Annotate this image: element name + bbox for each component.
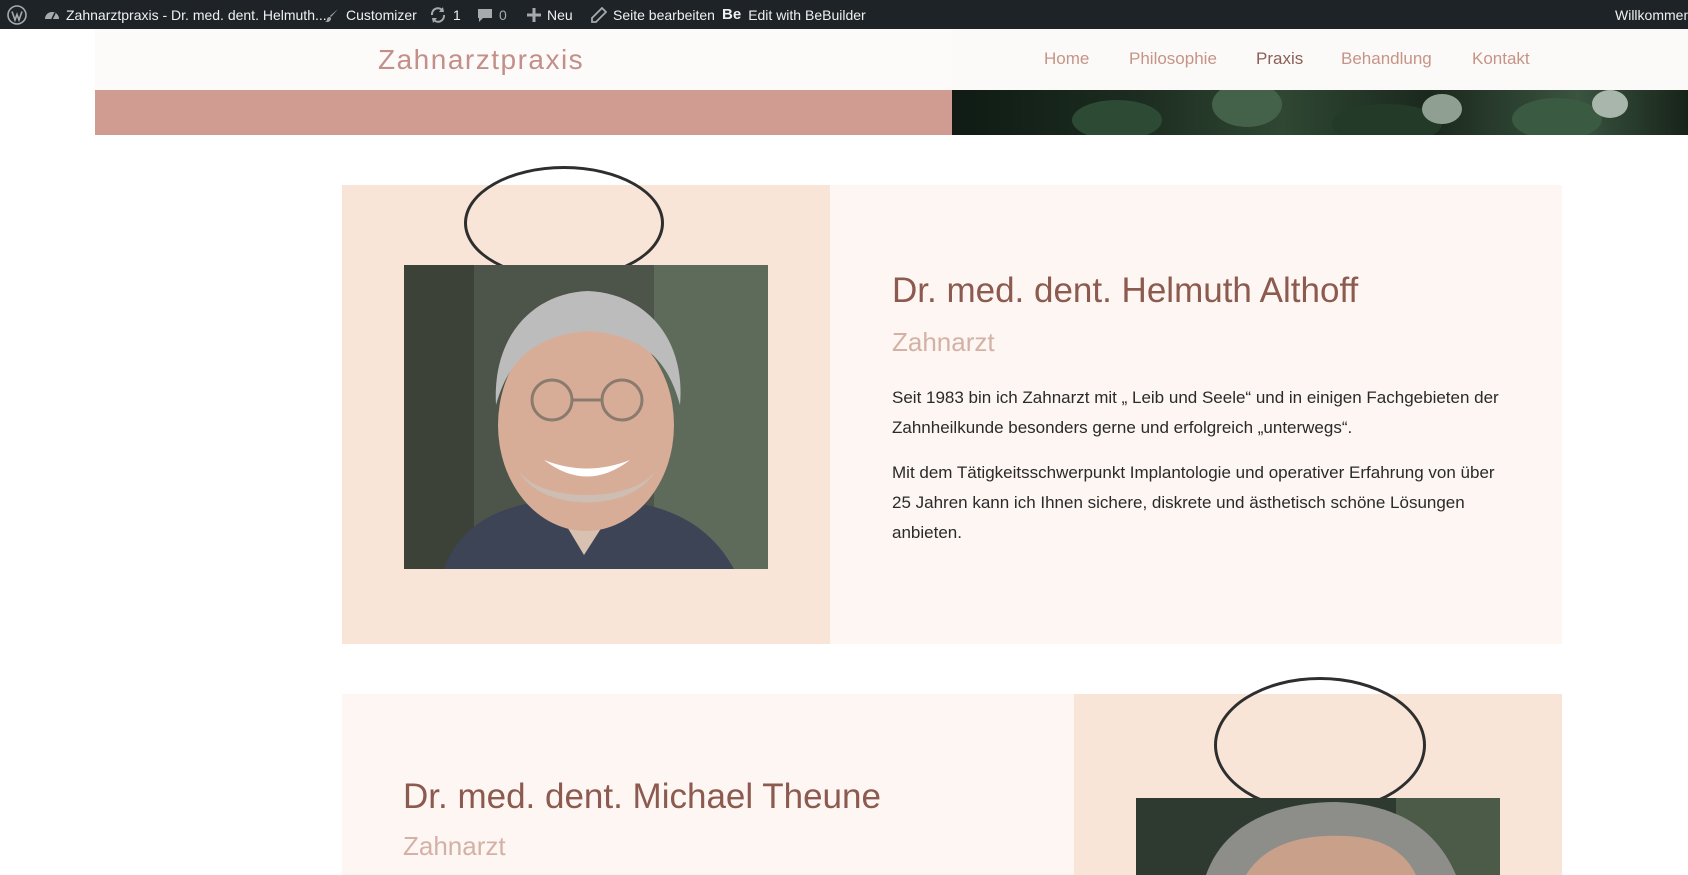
comments-count: 0 bbox=[499, 6, 507, 23]
wordpress-logo-icon bbox=[7, 4, 27, 25]
nav-home[interactable]: Home bbox=[1044, 49, 1089, 69]
nav-behandlung[interactable]: Behandlung bbox=[1341, 49, 1432, 69]
new-content-menu[interactable]: Neu bbox=[527, 0, 573, 29]
account-menu[interactable]: Willkommen bbox=[1615, 0, 1688, 29]
hero-banner-color-block bbox=[95, 90, 952, 135]
updates-link[interactable]: 1 bbox=[429, 0, 461, 29]
wordpress-logo-button[interactable] bbox=[7, 0, 27, 29]
nav-philosophie[interactable]: Philosophie bbox=[1129, 49, 1217, 69]
wp-admin-bar: Zahnarztpraxis - Dr. med. dent. Helmuth.… bbox=[0, 0, 1688, 29]
dentist-2-portrait bbox=[1136, 798, 1500, 875]
comment-bubble-icon bbox=[477, 7, 493, 23]
ring-outline-decoration bbox=[464, 166, 664, 280]
dashboard-gauge-icon bbox=[44, 7, 60, 23]
refresh-icon bbox=[429, 6, 447, 24]
customizer-link[interactable]: Customizer bbox=[324, 0, 417, 29]
dentist-2-name: Dr. med. dent. Michael Theune bbox=[403, 777, 881, 816]
updates-count: 1 bbox=[453, 6, 461, 23]
dentist-1-role: Zahnarzt bbox=[892, 327, 995, 357]
dentist-1-name: Dr. med. dent. Helmuth Althoff bbox=[892, 271, 1359, 310]
edit-page-label: Seite bearbeiten bbox=[613, 6, 715, 23]
dentist-1-portrait bbox=[404, 265, 768, 569]
pencil-icon bbox=[591, 6, 607, 23]
comments-link[interactable]: 0 bbox=[477, 0, 507, 29]
site-logo[interactable]: Zahnarztpraxis bbox=[378, 44, 584, 76]
bebuilder-logo: Be bbox=[722, 6, 742, 23]
customizer-label: Customizer bbox=[346, 6, 417, 23]
edit-page-link[interactable]: Seite bearbeiten bbox=[591, 0, 715, 29]
nav-kontakt[interactable]: Kontakt bbox=[1472, 49, 1530, 69]
dentist-1-bio-paragraph-1: Seit 1983 bin ich Zahnarzt mit „ Leib un… bbox=[892, 388, 1499, 437]
site-title-link[interactable]: Zahnarztpraxis - Dr. med. dent. Helmuth.… bbox=[66, 7, 327, 23]
bebuilder-label: Edit with BeBuilder bbox=[748, 6, 866, 23]
dentist-1-bio-paragraph-2: Mit dem Tätigkeitsschwerpunkt Implantolo… bbox=[892, 463, 1495, 542]
hero-banner-plant-image bbox=[952, 90, 1688, 135]
ring-outline-decoration bbox=[1214, 677, 1426, 813]
paintbrush-icon bbox=[324, 7, 340, 23]
site-name-menu[interactable]: Zahnarztpraxis - Dr. med. dent. Helmuth.… bbox=[44, 0, 327, 29]
welcome-label: Willkommen bbox=[1615, 6, 1688, 23]
nav-praxis[interactable]: Praxis bbox=[1256, 49, 1303, 69]
plus-icon bbox=[527, 7, 541, 22]
bebuilder-link[interactable]: Be Edit with BeBuilder bbox=[722, 0, 866, 29]
dentist-2-role: Zahnarzt bbox=[403, 831, 506, 861]
new-label: Neu bbox=[547, 6, 573, 23]
